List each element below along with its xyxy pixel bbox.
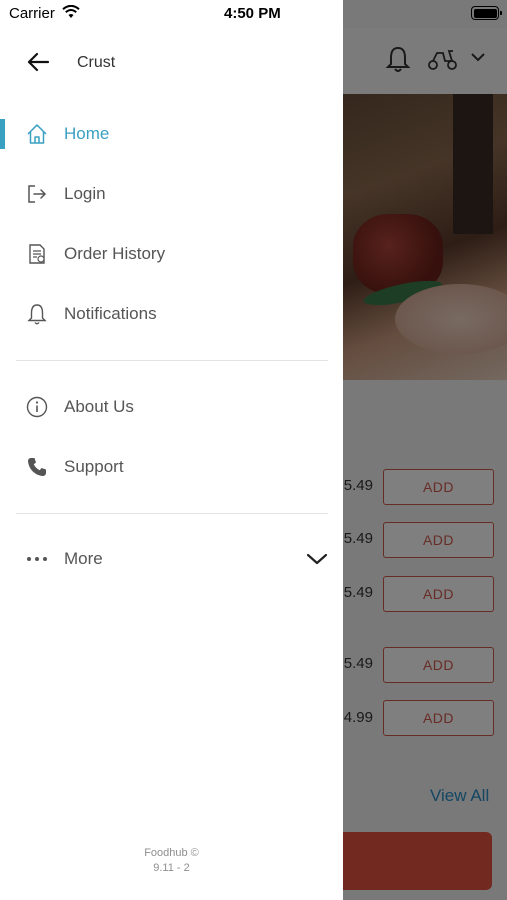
menu-item-more[interactable]: More [0, 529, 343, 589]
more-dots-icon [26, 548, 48, 570]
menu-item-label: Notifications [64, 304, 157, 323]
menu-item-label: More [64, 549, 103, 568]
login-icon [26, 183, 48, 205]
menu-item-support[interactable]: Support [0, 437, 343, 497]
battery-icon [471, 6, 502, 20]
phone-icon [26, 456, 48, 478]
clock: 4:50 PM [224, 5, 281, 22]
store-name: Crust [77, 54, 116, 71]
menu-item-login[interactable]: Login [0, 164, 343, 224]
divider [16, 360, 328, 361]
back-arrow-icon[interactable] [26, 51, 50, 73]
menu-item-label: About Us [64, 397, 134, 416]
home-icon [26, 123, 48, 145]
app-version-footer: Foodhub © 9.11 - 2 [0, 846, 343, 876]
menu-item-order-history[interactable]: Order History [0, 224, 343, 284]
menu-item-label: Home [64, 124, 110, 143]
info-icon [26, 396, 48, 418]
order-history-icon [26, 243, 48, 265]
menu-item-label: Order History [64, 244, 166, 263]
menu-item-label: Support [64, 457, 124, 476]
footer-brand: Foodhub © [144, 847, 199, 859]
status-bar: Carrier 4:50 PM [0, 0, 507, 28]
menu-item-label: Login [64, 184, 106, 203]
divider [16, 513, 328, 514]
carrier-label: Carrier [9, 5, 55, 22]
menu-item-notifications[interactable]: Notifications [0, 284, 343, 344]
wifi-icon [62, 5, 80, 18]
bell-icon [26, 303, 48, 325]
active-indicator [0, 119, 5, 149]
drawer-header: Crust [0, 28, 343, 98]
side-drawer: Crust Home Login Order History Notificat… [0, 0, 343, 900]
footer-version: 9.11 - 2 [153, 862, 190, 874]
menu-item-about-us[interactable]: About Us [0, 377, 343, 437]
menu-item-home[interactable]: Home [0, 104, 343, 164]
chevron-down-icon[interactable] [306, 552, 328, 566]
